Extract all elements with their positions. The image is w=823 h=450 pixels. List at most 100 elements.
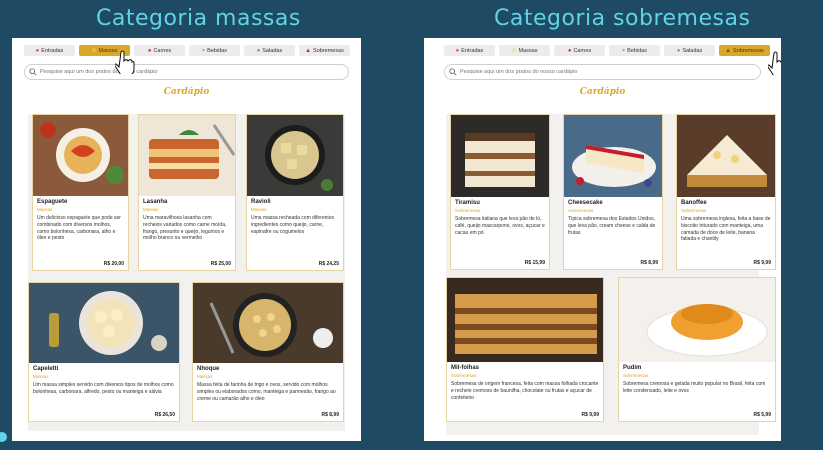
dish-price: R$ 5,99 xyxy=(753,412,771,418)
dish-card[interactable]: Banoffee Sobremesas Uma sobremesa ingles… xyxy=(676,114,776,270)
dish-card[interactable]: Capeletti Massas Um massa simples servid… xyxy=(28,282,180,422)
dish-name: Ravioli xyxy=(251,199,271,205)
menu-grid: Tiramisu Sobremesas Sobremesa italiana q… xyxy=(446,114,776,435)
dish-category: Massas xyxy=(143,207,159,212)
dish-image xyxy=(619,278,775,362)
category-tabs: ● Entradas ≋ Massas ● Carnes ▾ Bebidas ● Sala… xyxy=(424,45,781,56)
search-input[interactable] xyxy=(460,69,740,75)
tab-entradas[interactable]: ● Entradas xyxy=(444,45,495,56)
dish-price: R$ 20,00 xyxy=(103,261,124,267)
salad-icon: ● xyxy=(256,47,261,54)
dish-name: Banoffee xyxy=(681,200,707,206)
dish-image xyxy=(447,278,603,362)
dish-card[interactable]: Ravioli Massas Uma massa recheada com di… xyxy=(246,114,344,271)
dish-description: Uma massa recheada com diferentes ingred… xyxy=(251,215,335,235)
tab-label: Carnes xyxy=(573,47,592,54)
search-bar[interactable] xyxy=(24,64,349,80)
dish-category: Massas xyxy=(33,374,49,379)
menu-grid: Espaguete Massas Um delicioso espaguete … xyxy=(28,114,345,431)
dish-description: Uma sobremesa inglesa, feita a base de b… xyxy=(681,216,771,243)
dish-category: Massas xyxy=(197,374,213,379)
dish-card[interactable]: Cheesecake Sobremesas Típica sobremesa d… xyxy=(563,114,663,270)
tab-label: Carnes xyxy=(153,47,172,54)
tab-saladas[interactable]: ● Saladas xyxy=(244,45,295,56)
tab-saladas[interactable]: ● Saladas xyxy=(664,45,715,56)
corner-dot xyxy=(0,432,7,442)
dish-price: R$ 26,50 xyxy=(154,412,175,418)
dish-name: Cheesecake xyxy=(568,200,603,206)
salad-icon: ● xyxy=(676,47,681,54)
dish-name: Lasanha xyxy=(143,199,168,205)
dish-image xyxy=(564,115,662,197)
dish-image xyxy=(247,115,343,196)
dish-name: Pudim xyxy=(623,365,642,371)
dish-name: Capeletti xyxy=(33,366,59,372)
dish-description: Massa feita de farinha de trigo e ovos, … xyxy=(197,382,336,402)
dish-name: Espaguete xyxy=(37,199,68,205)
dish-card[interactable]: Mil-folhas Sobremesas Sobremesa de orige… xyxy=(446,277,604,422)
right-panel-title: Categoria sobremesas xyxy=(494,6,751,31)
search-bar[interactable] xyxy=(444,64,761,80)
tab-label: Massas xyxy=(518,47,538,54)
dish-category: Sobremesas xyxy=(623,373,649,378)
dish-category: Sobremesas xyxy=(451,373,477,378)
tab-label: Sobremesas xyxy=(733,47,764,54)
dish-card[interactable]: Tiramisu Sobremesas Sobremesa italiana q… xyxy=(450,114,550,270)
dish-description: Típica sobremesa dos Estados Unidos, que… xyxy=(568,216,656,236)
pasta-icon: ≋ xyxy=(511,47,517,54)
tab-label: Entradas xyxy=(41,47,64,54)
dish-price: R$ 24,25 xyxy=(318,261,339,267)
search-input[interactable] xyxy=(40,69,320,75)
tab-sobremesas[interactable]: ▲ Sobremesas xyxy=(719,45,770,56)
tab-label: Entradas xyxy=(461,47,484,54)
tab-bebidas[interactable]: ▾ Bebidas xyxy=(609,45,660,56)
hand-cursor-icon xyxy=(115,50,135,74)
dish-card[interactable]: Pudim Sobremesas Sobremesa cremosa e gel… xyxy=(618,277,776,422)
tab-sobremesas[interactable]: ▲ Sobremesas xyxy=(299,45,350,56)
tab-massas[interactable]: ≋ Massas xyxy=(499,45,550,56)
dish-price: R$ 9,99 xyxy=(581,412,599,418)
dish-category: Sobremesas xyxy=(681,208,707,213)
dish-description: Sobremesa cremosa e gelada muito popular… xyxy=(623,381,766,394)
tab-label: Saladas xyxy=(682,47,703,54)
dish-price: R$ 25,00 xyxy=(210,261,231,267)
dish-card[interactable]: Espaguete Massas Um delicioso espaguete … xyxy=(32,114,129,271)
dish-card[interactable]: Lasanha Massas Uma maravilhosa lasanha c… xyxy=(138,114,236,271)
search-icon xyxy=(449,68,457,76)
tab-bebidas[interactable]: ▾ Bebidas xyxy=(189,45,240,56)
sobremesas-screen: ● Entradas ≋ Massas ● Carnes ▾ Bebidas ● Sala… xyxy=(424,38,781,441)
category-tabs: ● Entradas ≋ Massas ● Carnes ▾ Bebidas ● Sala… xyxy=(12,45,361,56)
search-icon xyxy=(29,68,37,76)
tab-label: Saladas xyxy=(262,47,283,54)
menu-heading: Cardápio xyxy=(579,87,626,97)
dish-price: R$ 15,99 xyxy=(524,260,545,266)
tab-carnes[interactable]: ● Carnes xyxy=(134,45,185,56)
dish-price: R$ 8,99 xyxy=(321,412,339,418)
dish-image xyxy=(33,115,128,196)
shrimp-icon: ● xyxy=(35,47,40,54)
dish-name: Tiramisu xyxy=(455,200,480,206)
dish-card[interactable]: Nhoque Massas Massa feita de farinha de … xyxy=(192,282,344,422)
shrimp-icon: ● xyxy=(455,47,460,54)
dish-category: Sobremesas xyxy=(455,208,481,213)
tab-carnes[interactable]: ● Carnes xyxy=(554,45,605,56)
dish-description: Um massa simples servido com diversos ti… xyxy=(33,382,174,395)
dish-image xyxy=(677,115,775,197)
tab-entradas[interactable]: ● Entradas xyxy=(24,45,75,56)
dish-category: Massas xyxy=(251,207,267,212)
tab-label: Bebidas xyxy=(627,47,647,54)
drink-icon: ▾ xyxy=(622,47,626,54)
dish-price: R$ 8,99 xyxy=(640,260,658,266)
tab-label: Bebidas xyxy=(207,47,227,54)
dish-category: Sobremesas xyxy=(568,208,594,213)
dish-description: Um delicioso espaguete que pode ser comb… xyxy=(37,215,121,242)
tab-label: Sobremesas xyxy=(313,47,344,54)
dessert-icon: ▲ xyxy=(725,47,732,54)
meat-icon: ● xyxy=(147,47,152,54)
dish-image xyxy=(193,283,343,363)
massas-screen: ● Entradas ≋ Massas ● Carnes ▾ Bebidas ● Sala… xyxy=(12,38,361,441)
drink-icon: ▾ xyxy=(202,47,206,54)
hand-cursor-icon xyxy=(768,51,781,75)
meat-icon: ● xyxy=(567,47,572,54)
dessert-icon: ▲ xyxy=(305,47,312,54)
